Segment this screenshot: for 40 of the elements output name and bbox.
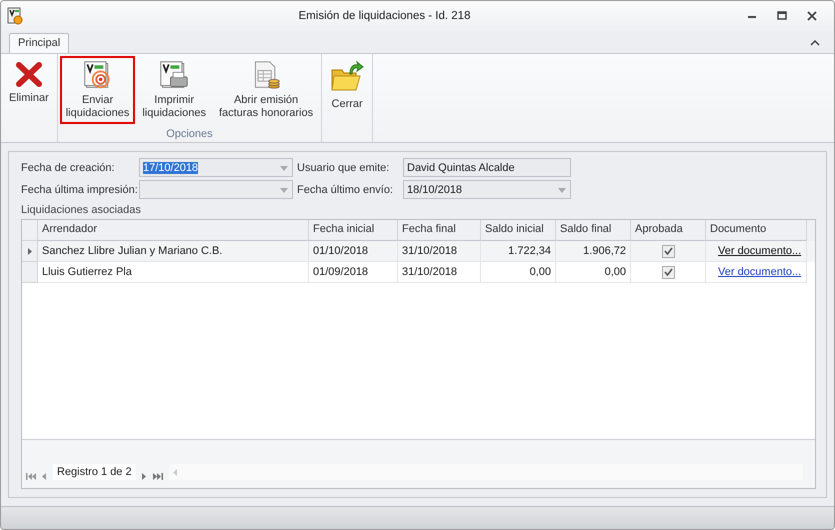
checkbox[interactable]	[662, 266, 674, 278]
ribbon-button[interactable]: Enviar liquidaciones	[60, 56, 136, 124]
ribbon-button[interactable]: Cerrar	[324, 56, 370, 124]
table-cell: 31/10/2018	[402, 266, 458, 278]
record-counter: Registro 1 de 2	[53, 464, 136, 480]
app-icon	[7, 7, 23, 25]
table-cell: Lluis Gutierrez Pla	[42, 266, 132, 278]
checkbox[interactable]	[662, 244, 674, 258]
table-cell: 01/09/2018	[313, 266, 368, 278]
table-cell: Sanchez Llibre Julian y Mariano C.B.	[42, 245, 222, 257]
field-label: Fecha último envío:	[297, 184, 394, 196]
collapse-ribbon-icon[interactable]	[810, 39, 820, 47]
field-label: Usuario que emite:	[297, 162, 390, 174]
delete-icon	[14, 60, 43, 88]
table-cell: 1.906,72	[583, 245, 626, 257]
document-link[interactable]: Ver documento...	[718, 266, 802, 278]
document-link[interactable]: Ver documento...	[718, 245, 802, 257]
ribbon-button[interactable]: Eliminar	[3, 56, 55, 124]
restore-icon[interactable]	[776, 10, 788, 22]
field-label: Fecha última impresión:	[21, 184, 139, 196]
ribbon-button[interactable]: Imprimir liquidaciones	[136, 56, 212, 124]
next-record-icon[interactable]	[142, 473, 147, 480]
ribbon-button[interactable]: Abrir emisión facturas honorarios	[212, 56, 320, 124]
field-label: Fecha de creación:	[21, 162, 116, 174]
last-record-icon[interactable]	[152, 473, 163, 480]
table-cell: 01/10/2018	[313, 245, 368, 257]
table-row[interactable]: Sanchez Llibre Julian y Mariano C.B. 01/10/2018 31/10/2018 1.722,34 1.906,72 Ver documento...	[22, 241, 815, 262]
table-cell: 0,00	[604, 266, 626, 278]
close-icon[interactable]	[806, 10, 818, 22]
table-row[interactable]: Lluis Gutierrez Pla 01/09/2018 31/10/2018 0,00 0,00 Ver documento...	[22, 262, 815, 283]
table-cell: 1.722,34	[508, 245, 551, 257]
first-record-icon[interactable]	[26, 473, 36, 480]
row-header[interactable]	[22, 241, 38, 262]
section-label: Liquidaciones asociadas	[21, 204, 142, 216]
group-label: Opciones	[166, 128, 213, 142]
previous-record-icon[interactable]	[42, 473, 47, 480]
table-cell: 31/10/2018	[402, 245, 458, 257]
window-title: Emisión de liquidaciones - Id. 218	[298, 10, 472, 22]
ribbon-tab[interactable]: Principal	[9, 33, 70, 53]
table-cell: 0,00	[530, 266, 551, 278]
